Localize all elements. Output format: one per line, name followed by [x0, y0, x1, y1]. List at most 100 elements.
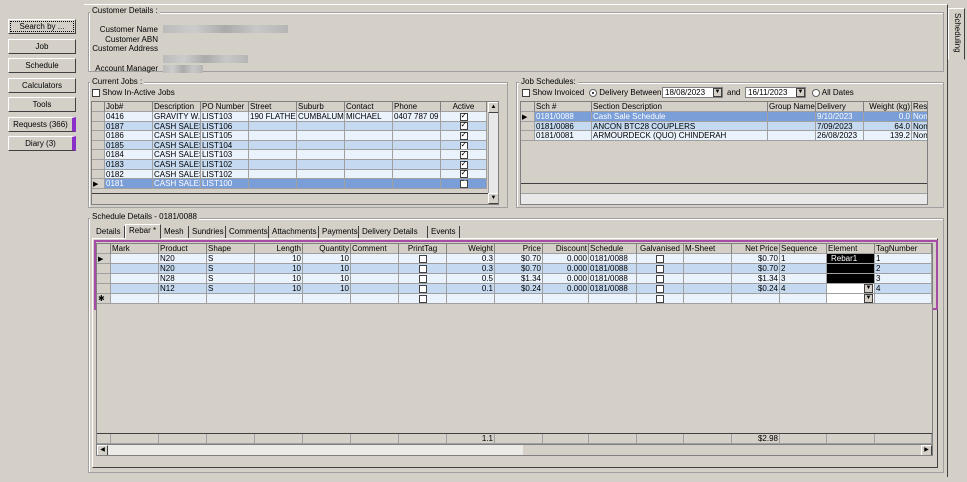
jobs-vertical-scrollbar[interactable] — [488, 102, 498, 204]
column-header-phone[interactable]: Phone — [393, 102, 441, 112]
nav-button-search-by[interactable]: Search by ... — [8, 19, 76, 34]
column-header-suburb[interactable]: Suburb — [297, 102, 345, 112]
checkbox-icon[interactable] — [418, 294, 427, 303]
table-row[interactable]: ✱ ▼ — [97, 294, 932, 304]
table-row[interactable]: 0181/0081 ARMOURDECK (QUO) CHINDERAH 26/08… — [521, 131, 927, 141]
cell-m-sheet[interactable] — [684, 274, 732, 284]
cell-quantity[interactable]: 10 — [303, 284, 351, 294]
element-dropdown[interactable]: ▼ — [827, 284, 875, 294]
cell-tagnumber[interactable]: 2 — [875, 264, 932, 274]
cell-tagnumber[interactable]: 1 — [875, 254, 932, 264]
cell-mark[interactable] — [111, 264, 159, 274]
cell-net-price[interactable]: $0.70 — [732, 264, 780, 274]
all-dates-radio[interactable]: All Dates — [812, 88, 854, 97]
cell-price[interactable]: $1.34 — [495, 274, 543, 284]
table-row[interactable]: 0184 CASH SALES LIST103 — [92, 150, 487, 160]
row-selector[interactable] — [97, 284, 111, 294]
dropdown-arrow-icon[interactable]: ▼ — [713, 88, 722, 97]
cell-mark[interactable] — [111, 294, 159, 304]
cell-sequence[interactable]: 4 — [780, 284, 827, 294]
column-header-comment[interactable]: Comment — [351, 244, 399, 254]
cell-comment[interactable] — [351, 254, 399, 264]
cell-weight[interactable]: 0.3 — [447, 254, 495, 264]
dropdown-arrow-icon[interactable]: ▼ — [864, 294, 873, 303]
cell-price[interactable]: $0.24 — [495, 284, 543, 294]
checkbox-icon[interactable] — [459, 150, 468, 160]
row-selector[interactable] — [521, 121, 535, 132]
cell-price[interactable]: $0.70 — [495, 254, 543, 264]
cell-galvanised[interactable] — [637, 274, 684, 284]
checkbox-icon[interactable] — [459, 112, 468, 121]
scroll-down-button[interactable]: ▼ — [488, 193, 498, 204]
column-header-galvanised[interactable]: Galvanised — [637, 244, 684, 254]
tab-scheduling[interactable]: Scheduling — [948, 8, 965, 60]
column-header-length[interactable]: Length — [255, 244, 303, 254]
cell-schedule[interactable]: 0181/0088 — [589, 264, 637, 274]
checkbox-icon[interactable] — [656, 274, 664, 283]
column-header-job[interactable]: Job# — [105, 102, 153, 112]
cell-element[interactable] — [827, 264, 875, 274]
checkbox-icon[interactable] — [459, 170, 468, 179]
checkbox-icon[interactable] — [418, 254, 427, 263]
column-header-printtag[interactable]: PrintTag — [399, 244, 447, 254]
column-header-tagnumber[interactable]: TagNumber — [875, 244, 932, 254]
cell-mark[interactable] — [111, 274, 159, 284]
nav-button-requests-366[interactable]: Requests (366) — [8, 116, 76, 132]
cell-shape[interactable]: S — [207, 274, 255, 284]
tab-comments[interactable]: Comments — [226, 226, 269, 238]
cell-quantity[interactable] — [303, 294, 351, 304]
table-row[interactable]: 0182 CASH SALES LIST102 — [92, 169, 487, 180]
cell-m-sheet[interactable] — [684, 294, 732, 304]
column-header-group-name[interactable]: Group Name — [768, 102, 816, 112]
cell-discount[interactable]: 0.000 — [543, 264, 589, 274]
row-selector[interactable] — [97, 274, 111, 284]
table-row[interactable]: 0416 GRAVITY W. LIST103 190 FLATHE CUMBALUM M… — [92, 112, 487, 122]
cell-product[interactable]: N20 — [159, 254, 207, 264]
cell-length[interactable]: 10 — [255, 254, 303, 264]
column-header-sequence[interactable]: Sequence — [780, 244, 827, 254]
cell-tagnumber[interactable] — [875, 294, 932, 304]
cell-m-sheet[interactable] — [684, 284, 732, 294]
cell-net-price[interactable]: $0.24 — [732, 284, 780, 294]
table-row[interactable]: ▶ 0181/0088 Cash Sale Schedule 9/10/2023 0.0… — [521, 112, 927, 122]
cell-schedule[interactable]: 0181/0088 — [589, 254, 637, 264]
cell-m-sheet[interactable] — [684, 264, 732, 274]
checkbox-icon[interactable] — [418, 284, 427, 293]
tab-payments[interactable]: Payments — [319, 226, 359, 238]
table-row[interactable]: 0181/0086 ANCON BTC28 COUPLERS 7/09/2023 64… — [521, 121, 927, 132]
nav-button-tools[interactable]: Tools — [8, 97, 76, 112]
cell-shape[interactable]: S — [207, 284, 255, 294]
row-selector[interactable] — [92, 160, 105, 170]
scroll-thumb[interactable] — [108, 445, 523, 455]
column-header-sch[interactable]: Sch # — [535, 102, 592, 112]
cell-discount[interactable]: 0.000 — [543, 274, 589, 284]
checkbox-icon[interactable] — [656, 294, 664, 303]
checkbox-icon[interactable] — [459, 141, 468, 150]
column-header-street[interactable]: Street — [249, 102, 297, 112]
table-row[interactable]: ▶ 0181 CASH SALES LIST100 — [92, 179, 487, 189]
column-header-description[interactable]: Description — [153, 102, 201, 112]
cell-length[interactable]: 10 — [255, 264, 303, 274]
cell-comment[interactable] — [351, 274, 399, 284]
column-header-price[interactable]: Price — [495, 244, 543, 254]
table-row[interactable]: ▶ N20 S 10 10 0.3 $0.70 0.000 0181/0088 $0.70 1 Reb… — [97, 254, 932, 264]
column-header-product[interactable]: Product — [159, 244, 207, 254]
cell-net-price[interactable]: $1.34 — [732, 274, 780, 284]
checkbox-icon[interactable] — [656, 254, 664, 263]
table-row[interactable]: 0185 CASH SALES LIST104 — [92, 140, 487, 151]
dropdown-arrow-icon[interactable]: ▼ — [864, 284, 873, 293]
cell-element[interactable] — [827, 274, 875, 284]
cell-length[interactable]: 10 — [255, 274, 303, 284]
cell-galvanised[interactable] — [637, 284, 684, 294]
cell-weight[interactable] — [447, 294, 495, 304]
table-row[interactable]: N12 S 10 10 0.1 $0.24 0.000 0181/0088 $0.24 4 ▼ 4 — [97, 284, 932, 294]
column-header-m-sheet[interactable]: M-Sheet — [684, 244, 732, 254]
cell-comment[interactable] — [351, 294, 399, 304]
show-invoiced-checkbox[interactable]: Show Invoiced — [522, 88, 584, 97]
cell-weight[interactable]: 0.1 — [447, 284, 495, 294]
table-row[interactable]: 0186 CASH SALES LIST105 — [92, 131, 487, 141]
to-date-picker[interactable]: 16/11/2023 ▼ — [745, 87, 806, 98]
cell-discount[interactable] — [543, 294, 589, 304]
rebar-horizontal-scrollbar[interactable]: ◀ ▶ — [97, 444, 932, 455]
cell-product[interactable]: N12 — [159, 284, 207, 294]
